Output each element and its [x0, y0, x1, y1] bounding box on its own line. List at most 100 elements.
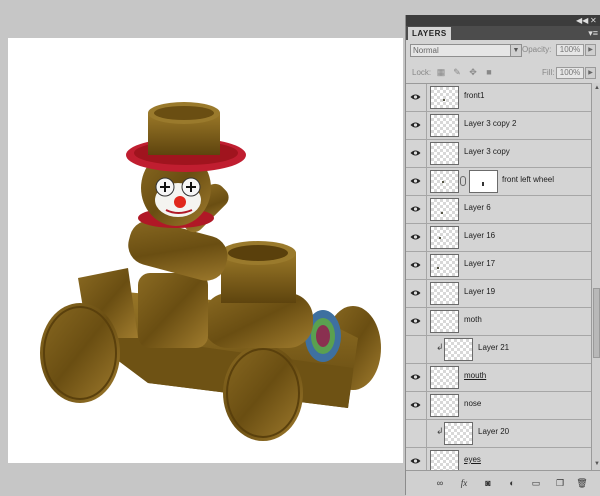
visibility-toggle[interactable]: [406, 308, 427, 335]
layer-row[interactable]: front1: [406, 84, 591, 112]
fill-slider-arrow-icon[interactable]: ▶: [585, 67, 596, 79]
visibility-toggle[interactable]: [406, 140, 427, 167]
layer-name[interactable]: Layer 3 copy: [464, 147, 510, 156]
layer-name[interactable]: mouth: [464, 371, 486, 380]
blend-mode-select[interactable]: Normal ▼: [410, 44, 522, 57]
lock-image-icon[interactable]: ✎: [452, 67, 462, 77]
layer-row[interactable]: Layer 19: [406, 280, 591, 308]
layer-name[interactable]: front left wheel: [502, 175, 554, 184]
layer-thumbnail: [430, 254, 459, 277]
document-canvas[interactable]: [8, 38, 403, 463]
layer-name[interactable]: Layer 19: [464, 287, 495, 296]
visibility-toggle[interactable]: [406, 364, 427, 391]
opacity-label: Opacity:: [522, 45, 552, 54]
layer-name[interactable]: Layer 17: [464, 259, 495, 268]
scroll-down-icon[interactable]: ▼: [593, 460, 600, 468]
adjustment-layer-icon[interactable]: ◐: [506, 477, 518, 489]
eye-icon: [410, 94, 421, 100]
layer-thumbnail: [430, 282, 459, 305]
layer-name[interactable]: front1: [464, 91, 484, 100]
fill-field[interactable]: 100%: [556, 67, 584, 79]
trash-icon[interactable]: 🗑: [576, 477, 588, 489]
layers-bottom-toolbar: ∞ fx ◙ ◐ ▭ ❐ 🗑: [406, 470, 600, 496]
layer-name[interactable]: Layer 21: [478, 343, 509, 352]
visibility-toggle[interactable]: [406, 252, 427, 279]
clipping-arrow-icon: ↲: [436, 426, 444, 436]
layer-row[interactable]: mouth: [406, 364, 591, 392]
layer-row[interactable]: eyes: [406, 448, 591, 471]
opacity-slider-arrow-icon[interactable]: ▶: [585, 44, 596, 56]
visibility-toggle[interactable]: [406, 196, 427, 223]
layer-thumbnail: [430, 366, 459, 389]
layer-name[interactable]: Layer 3 copy 2: [464, 119, 516, 128]
layer-row[interactable]: moth: [406, 308, 591, 336]
eye-icon: [410, 206, 421, 212]
visibility-toggle[interactable]: [406, 392, 427, 419]
layer-thumbnail: [430, 170, 459, 193]
link-layers-icon[interactable]: ∞: [434, 477, 446, 489]
visibility-toggle[interactable]: [406, 168, 427, 195]
layer-row[interactable]: Layer 16: [406, 224, 591, 252]
close-icon[interactable]: ✕: [590, 15, 597, 26]
clipping-arrow-icon: ↲: [436, 342, 444, 352]
chevron-down-icon[interactable]: ▼: [510, 45, 521, 56]
collapse-icon[interactable]: ◀◀: [576, 15, 588, 26]
eye-icon: [410, 402, 421, 408]
visibility-toggle[interactable]: [406, 112, 427, 139]
visibility-toggle[interactable]: [406, 336, 427, 363]
fx-icon[interactable]: fx: [458, 477, 470, 489]
layers-panel: ◀◀ ✕ LAYERS ▾≡ Normal ▼ Opacity: 100% ▶ …: [405, 15, 600, 496]
layer-row[interactable]: front left wheel: [406, 168, 591, 196]
opacity-field[interactable]: 100%: [556, 44, 584, 56]
layer-row[interactable]: ↲ Layer 20: [406, 420, 591, 448]
visibility-toggle[interactable]: [406, 448, 427, 471]
tab-layers[interactable]: LAYERS: [408, 27, 451, 40]
panel-menu-icon[interactable]: ▾≡: [588, 26, 598, 40]
add-mask-icon[interactable]: ◙: [482, 477, 494, 489]
layer-thumbnail: [430, 310, 459, 333]
layers-list: front1 Layer 3 copy 2 Layer 3 copy front…: [406, 83, 591, 471]
eye-icon: [410, 178, 421, 184]
layer-name[interactable]: eyes: [464, 455, 481, 464]
eye-icon: [410, 122, 421, 128]
layers-scrollbar[interactable]: ▲ ▼: [591, 83, 600, 470]
layer-thumbnail: [444, 422, 473, 445]
lock-all-icon[interactable]: ■: [484, 67, 494, 77]
lock-label: Lock:: [412, 68, 432, 77]
layer-name[interactable]: nose: [464, 399, 481, 408]
fill-label: Fill:: [542, 68, 555, 77]
layer-thumbnail: [430, 394, 459, 417]
layer-row[interactable]: Layer 3 copy 2: [406, 112, 591, 140]
layer-name[interactable]: Layer 6: [464, 203, 491, 212]
scroll-thumb[interactable]: [593, 288, 600, 358]
panel-title-bar: ◀◀ ✕: [406, 15, 600, 26]
canvas-area: [0, 0, 405, 495]
lock-transparent-icon[interactable]: ▦: [436, 67, 446, 77]
eye-icon: [410, 458, 421, 464]
layer-mask-thumbnail[interactable]: [469, 170, 498, 193]
layer-thumbnail: [430, 86, 459, 109]
layer-name[interactable]: Layer 16: [464, 231, 495, 240]
layer-row[interactable]: Layer 6: [406, 196, 591, 224]
scroll-up-icon[interactable]: ▲: [593, 84, 600, 92]
layer-row[interactable]: nose: [406, 392, 591, 420]
layer-row[interactable]: Layer 17: [406, 252, 591, 280]
wooden-clown-car-image: [40, 102, 381, 441]
layer-name[interactable]: Layer 20: [478, 427, 509, 436]
eye-icon: [410, 234, 421, 240]
chain-link-icon[interactable]: [460, 176, 466, 186]
layer-thumbnail: [430, 226, 459, 249]
layer-row[interactable]: ↲ Layer 21: [406, 336, 591, 364]
lock-position-icon[interactable]: ✥: [468, 67, 478, 77]
new-layer-icon[interactable]: ❐: [554, 477, 566, 489]
layer-row[interactable]: Layer 3 copy: [406, 140, 591, 168]
layer-thumbnail: [430, 450, 459, 471]
visibility-toggle[interactable]: [406, 280, 427, 307]
eye-icon: [410, 374, 421, 380]
visibility-toggle[interactable]: [406, 420, 427, 447]
visibility-toggle[interactable]: [406, 224, 427, 251]
blend-mode-value: Normal: [413, 46, 439, 55]
layer-name[interactable]: moth: [464, 315, 482, 324]
visibility-toggle[interactable]: [406, 84, 427, 111]
new-group-icon[interactable]: ▭: [530, 477, 542, 489]
